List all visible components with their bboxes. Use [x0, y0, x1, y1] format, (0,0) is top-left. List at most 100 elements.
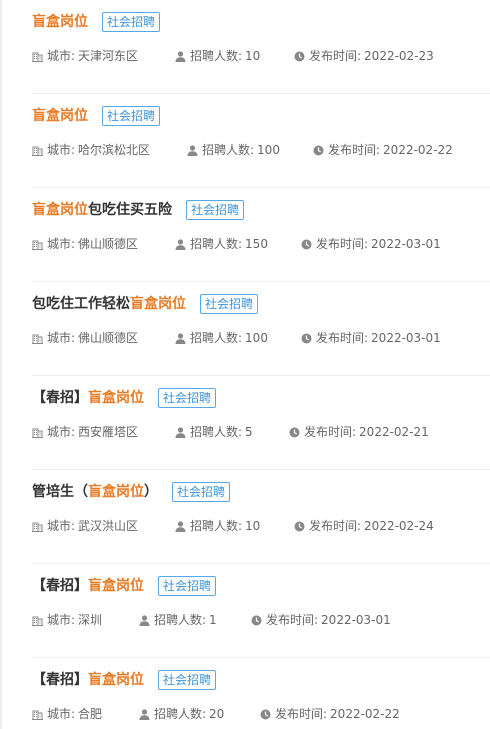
date-value: 2022-03-01 — [371, 237, 441, 251]
clock-icon — [313, 145, 324, 155]
meta-city: 城市: 深圳 — [32, 610, 102, 630]
city-value: 佛山顺德区 — [78, 237, 139, 251]
job-item[interactable]: 【春招】盲盒岗位 社会招聘 城市: 合肥 招聘人数: 20 发布时间: 2022… — [0, 658, 490, 729]
count-label: 招聘人数: — [154, 613, 207, 627]
job-item[interactable]: 盲盒岗位包吃住买五险 社会招聘 城市: 佛山顺德区 招聘人数: 150 发布时间… — [0, 188, 490, 282]
title-text: 【春招】 — [32, 578, 88, 594]
meta-count: 招聘人数: 1 — [139, 610, 217, 630]
title-text: 管培生（ — [32, 484, 88, 500]
meta-city: 城市: 武汉洪山区 — [32, 516, 138, 536]
date-label: 发布时间: — [328, 143, 381, 157]
job-item[interactable]: 盲盒岗位 社会招聘 城市: 哈尔滨松北区 招聘人数: 100 发布时间: 202… — [0, 94, 490, 188]
job-list: 盲盒岗位 社会招聘 城市: 天津河东区 招聘人数: 10 发布时间: 2022-… — [0, 0, 490, 729]
clock-icon — [294, 521, 305, 531]
city-value: 哈尔滨松北区 — [78, 143, 151, 157]
job-title[interactable]: 盲盒岗位 — [32, 104, 88, 128]
job-item[interactable]: 管培生（盲盒岗位） 社会招聘 城市: 武汉洪山区 招聘人数: 10 发布时间: … — [0, 470, 490, 564]
person-icon — [175, 332, 186, 344]
count-value: 20 — [209, 707, 225, 721]
title-highlight: 盲盒岗位 — [32, 202, 88, 218]
job-item[interactable]: 盲盒岗位 社会招聘 城市: 天津河东区 招聘人数: 10 发布时间: 2022-… — [0, 0, 490, 94]
job-title[interactable]: 【春招】盲盒岗位 — [32, 574, 144, 598]
count-label: 招聘人数: — [154, 707, 207, 721]
clock-icon — [301, 333, 312, 343]
building-icon — [32, 616, 43, 626]
city-value: 西安雁塔区 — [78, 425, 139, 439]
date-label: 发布时间: — [309, 49, 362, 63]
job-title-row: 盲盒岗位 社会招聘 — [32, 104, 161, 128]
job-title-row: 【春招】盲盒岗位 社会招聘 — [32, 386, 217, 410]
job-item[interactable]: 【春招】盲盒岗位 社会招聘 城市: 西安雁塔区 招聘人数: 5 发布时间: 20… — [0, 376, 490, 470]
title-highlight: 盲盒岗位 — [88, 390, 144, 406]
tag-badge: 社会招聘 — [158, 576, 217, 596]
city-value: 深圳 — [78, 613, 103, 627]
meta-count: 招聘人数: 100 — [187, 140, 280, 160]
job-title[interactable]: 盲盒岗位 — [32, 10, 88, 34]
job-title[interactable]: 盲盒岗位包吃住买五险 — [32, 198, 172, 222]
date-label: 发布时间: — [266, 613, 319, 627]
title-highlight: 盲盒岗位 — [32, 108, 88, 124]
job-title[interactable]: 管培生（盲盒岗位） — [32, 480, 158, 504]
title-text: 包吃住工作轻松 — [32, 296, 130, 312]
person-icon — [139, 614, 150, 626]
count-label: 招聘人数: — [190, 49, 243, 63]
title-text: 【春招】 — [32, 390, 88, 406]
job-title-row: 盲盒岗位包吃住买五险 社会招聘 — [32, 198, 245, 222]
title-highlight: 盲盒岗位 — [32, 14, 88, 30]
job-title-row: 管培生（盲盒岗位） 社会招聘 — [32, 480, 231, 504]
city-value: 合肥 — [78, 707, 103, 721]
job-item[interactable]: 包吃住工作轻松盲盒岗位 社会招聘 城市: 佛山顺德区 招聘人数: 100 发布时… — [0, 282, 490, 376]
tag-badge: 社会招聘 — [158, 388, 217, 408]
meta-date: 发布时间: 2022-03-01 — [301, 328, 441, 348]
job-title-row: 包吃住工作轻松盲盒岗位 社会招聘 — [32, 292, 259, 316]
meta-count: 招聘人数: 20 — [139, 704, 224, 724]
date-label: 发布时间: — [309, 519, 362, 533]
date-value: 2022-02-22 — [330, 707, 400, 721]
job-title[interactable]: 【春招】盲盒岗位 — [32, 386, 144, 410]
city-value: 武汉洪山区 — [78, 519, 139, 533]
meta-city: 城市: 西安雁塔区 — [32, 422, 138, 442]
building-icon — [32, 710, 43, 720]
date-value: 2022-02-21 — [359, 425, 429, 439]
job-item[interactable]: 【春招】盲盒岗位 社会招聘 城市: 深圳 招聘人数: 1 发布时间: 2022-… — [0, 564, 490, 658]
tag-badge: 社会招聘 — [200, 294, 259, 314]
tag-badge: 社会招聘 — [102, 106, 161, 126]
job-title-row: 【春招】盲盒岗位 社会招聘 — [32, 574, 217, 598]
date-value: 2022-03-01 — [371, 331, 441, 345]
tag-badge: 社会招聘 — [186, 200, 245, 220]
title-highlight: 盲盒岗位 — [88, 484, 144, 500]
date-value: 2022-03-01 — [321, 613, 391, 627]
city-value: 天津河东区 — [78, 49, 139, 63]
job-title[interactable]: 包吃住工作轻松盲盒岗位 — [32, 292, 186, 316]
tag-badge: 社会招聘 — [172, 482, 231, 502]
building-icon — [32, 146, 43, 156]
meta-city: 城市: 佛山顺德区 — [32, 328, 138, 348]
meta-date: 发布时间: 2022-02-22 — [313, 140, 453, 160]
city-label: 城市: — [47, 237, 76, 251]
tag-badge: 社会招聘 — [102, 12, 161, 32]
job-title-row: 盲盒岗位 社会招聘 — [32, 10, 161, 34]
date-value: 2022-02-22 — [383, 143, 453, 157]
clock-icon — [301, 239, 312, 249]
city-label: 城市: — [47, 519, 76, 533]
meta-date: 发布时间: 2022-02-23 — [294, 46, 434, 66]
date-label: 发布时间: — [275, 707, 328, 721]
meta-date: 发布时间: 2022-02-22 — [260, 704, 400, 724]
meta-date: 发布时间: 2022-03-01 — [301, 234, 441, 254]
title-highlight: 盲盒岗位 — [130, 296, 186, 312]
date-value: 2022-02-23 — [364, 49, 434, 63]
count-label: 招聘人数: — [202, 143, 255, 157]
count-label: 招聘人数: — [190, 425, 243, 439]
person-icon — [175, 50, 186, 62]
tag-badge: 社会招聘 — [158, 670, 217, 690]
person-icon — [175, 426, 186, 438]
meta-city: 城市: 合肥 — [32, 704, 102, 724]
meta-count: 招聘人数: 10 — [175, 516, 260, 536]
building-icon — [32, 428, 43, 438]
title-highlight: 盲盒岗位 — [88, 578, 144, 594]
clock-icon — [294, 51, 305, 61]
clock-icon — [289, 427, 300, 437]
title-text: ） — [144, 484, 158, 500]
count-value: 150 — [245, 237, 268, 251]
job-title[interactable]: 【春招】盲盒岗位 — [32, 668, 144, 692]
